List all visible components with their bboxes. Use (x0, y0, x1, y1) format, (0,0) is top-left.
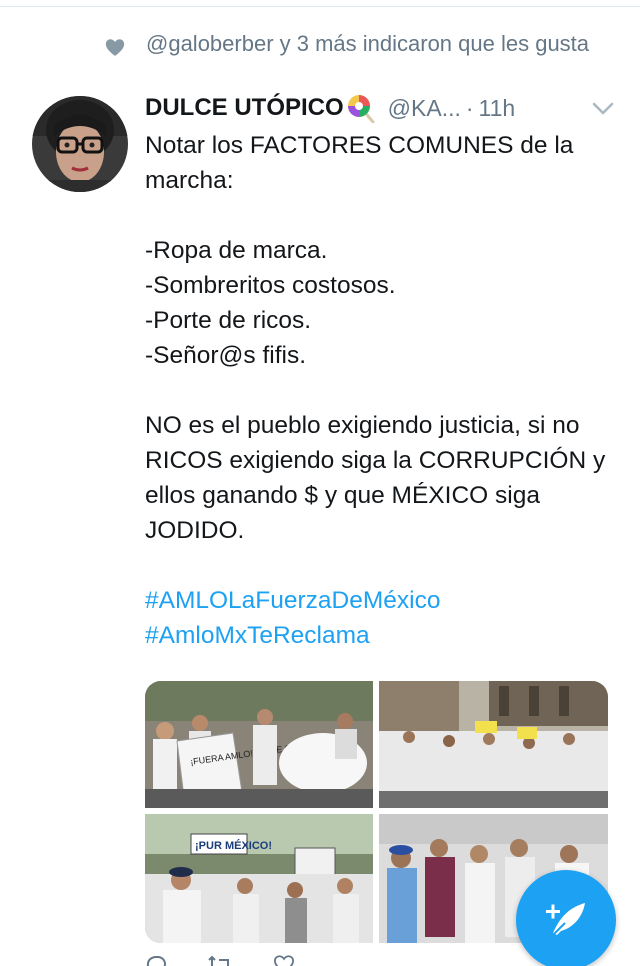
tweet-line: -Porte de ricos. (145, 307, 312, 334)
hashtag-link[interactable]: #AMLOLaFuerzaDeMéxico (145, 583, 615, 618)
tweet-line: NO es el pueblo exigiendo justicia, si n… (145, 412, 606, 544)
previous-tweet-divider (0, 0, 640, 7)
photo-image: ¡PUR MÉXICO! (145, 814, 373, 943)
chevron-down-icon[interactable] (591, 98, 615, 118)
timeline-page: @galoberber y 3 más indicaron que les gu… (0, 0, 640, 966)
tweet-line: -Ropa de marca. (145, 237, 328, 264)
retweet-icon (208, 955, 229, 966)
photo-image: ¡FUERA AMLO! NO TE QUEREMOS (145, 681, 373, 808)
hashtag-link[interactable]: #AmloMxTeReclama (145, 618, 615, 653)
photo-image (379, 681, 608, 808)
user-handle[interactable]: @KA... (388, 95, 461, 122)
display-name[interactable]: DULCE UTÓPICO (145, 94, 344, 122)
tweet-line: Notar los FACTORES COMUNES de la marcha: (145, 132, 574, 194)
photo-sign-text: ¡PUR MÉXICO! (195, 839, 272, 852)
separator-dot: · (465, 94, 474, 121)
like-icon (273, 955, 295, 966)
tweet-line: -Sombreritos costosos. (145, 272, 396, 299)
tweet-photo-3[interactable]: ¡PUR MÉXICO! (145, 814, 373, 943)
like-button[interactable] (273, 954, 295, 966)
tweet-photo-1[interactable]: ¡FUERA AMLO! NO TE QUEREMOS (145, 681, 373, 808)
tweet-text: Notar los FACTORES COMUNES de la marcha:… (145, 128, 615, 653)
tweet-header: DULCE UTÓPICO @KA... · 11h (145, 90, 615, 126)
retweet-button[interactable] (207, 954, 233, 966)
avatar[interactable] (32, 96, 128, 192)
tweet-photo-2[interactable] (379, 681, 608, 808)
reply-icon (146, 956, 166, 966)
tweet-actions (145, 954, 505, 966)
tweet-timestamp[interactable]: 11h (479, 95, 516, 122)
social-context-text: @galoberber y 3 más indicaron que les gu… (146, 31, 590, 56)
avatar-image (32, 96, 128, 192)
lollipop-icon (347, 95, 375, 123)
reply-button[interactable] (145, 954, 167, 966)
tweet-line: -Señor@s fifis. (145, 342, 307, 369)
heart-icon (105, 39, 125, 56)
social-context[interactable]: @galoberber y 3 más indicaron que les gu… (104, 30, 604, 58)
compose-feather-icon (546, 903, 585, 938)
compose-tweet-button[interactable] (516, 870, 616, 966)
